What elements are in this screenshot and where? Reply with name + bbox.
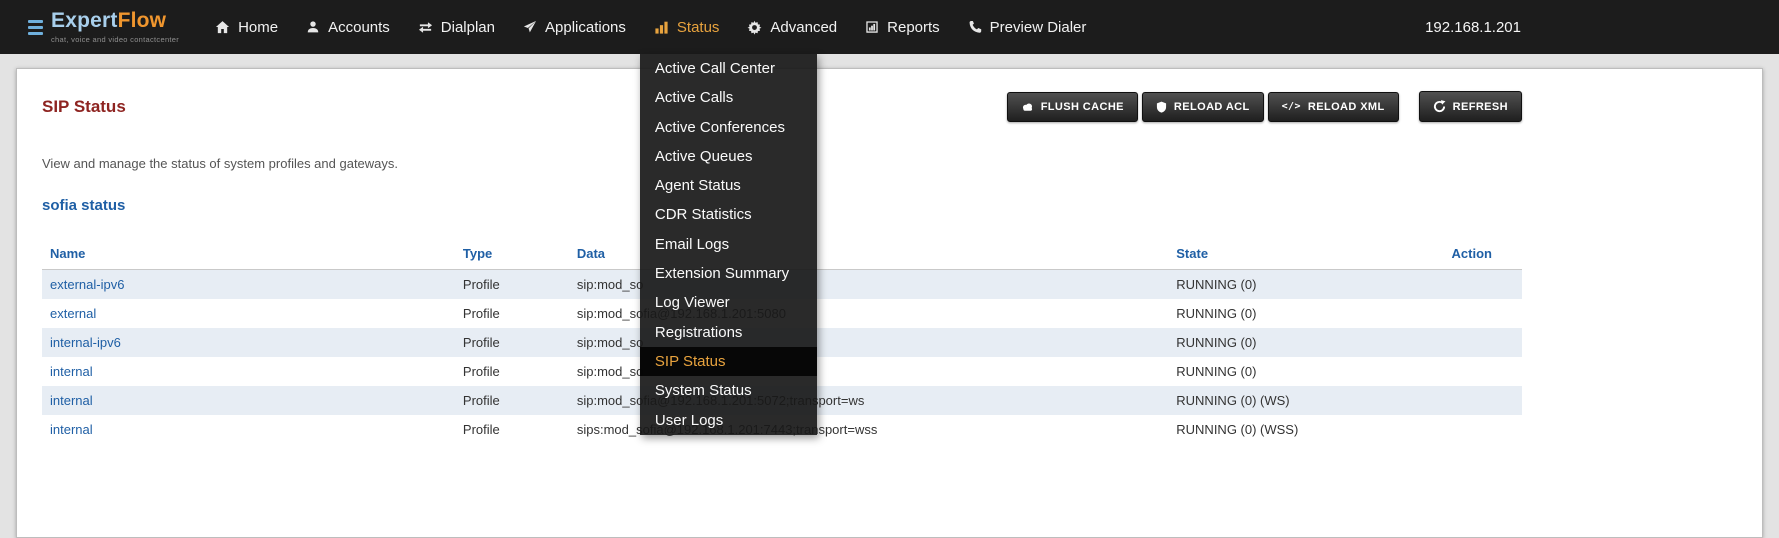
user-icon (306, 20, 320, 34)
column-header-action: Action (1444, 238, 1522, 270)
cell-type: Profile (455, 357, 569, 386)
cell-state: RUNNING (0) (WSS) (1168, 415, 1443, 444)
home-icon (215, 20, 230, 35)
cell-action (1444, 328, 1522, 357)
cell-name: internal (42, 415, 455, 444)
profile-link[interactable]: external-ipv6 (50, 277, 124, 292)
brand-tagline: chat, voice and video contactcenter (51, 35, 179, 44)
menu-item-log-viewer[interactable]: Log Viewer (640, 288, 817, 317)
nav-item-reports[interactable]: Reports (851, 0, 954, 54)
bar-chart-icon (654, 20, 669, 35)
content-card: SIP Status FLUSH CACHE RELOAD ACL (16, 68, 1763, 538)
cell-name: external (42, 299, 455, 328)
navbar: ExpertFlow chat, voice and video contact… (0, 0, 1779, 54)
menu-item-active-queues[interactable]: Active Queues (640, 142, 817, 171)
menu-item-active-conferences[interactable]: Active Conferences (640, 113, 817, 142)
profile-link[interactable]: internal (50, 393, 93, 408)
nav-item-label: Status (677, 19, 720, 36)
cell-type: Profile (455, 328, 569, 357)
nav-item-applications[interactable]: Applications (509, 0, 640, 54)
page-background: SIP Status FLUSH CACHE RELOAD ACL (0, 54, 1779, 538)
button-label: RELOAD XML (1308, 101, 1385, 113)
cell-state: RUNNING (0) (1168, 357, 1443, 386)
paper-plane-icon (523, 20, 537, 34)
cell-name: internal (42, 386, 455, 415)
exchange-arrows-icon (418, 20, 433, 35)
nav-item-preview-dialer[interactable]: Preview Dialer (954, 0, 1101, 54)
menu-item-active-call-center[interactable]: Active Call Center (640, 54, 817, 83)
cell-type: Profile (455, 270, 569, 300)
nav-item-label: Accounts (328, 19, 390, 36)
nav-item-label: Preview Dialer (990, 19, 1087, 36)
column-header-state: State (1168, 238, 1443, 270)
cell-name: external-ipv6 (42, 270, 455, 300)
report-chart-icon (865, 20, 879, 34)
server-address[interactable]: 192.168.1.201 (1425, 0, 1521, 54)
nav-item-home[interactable]: Home (201, 0, 292, 54)
nav-item-label: Applications (545, 19, 626, 36)
cell-state: RUNNING (0) (WS) (1168, 386, 1443, 415)
phone-icon (968, 20, 982, 34)
cell-type: Profile (455, 415, 569, 444)
flush-cache-button[interactable]: FLUSH CACHE (1007, 92, 1138, 122)
cell-type: Profile (455, 386, 569, 415)
cell-name: internal-ipv6 (42, 328, 455, 357)
button-label: FLUSH CACHE (1041, 101, 1124, 113)
menu-item-sip-status[interactable]: SIP Status (640, 347, 817, 376)
button-label: REFRESH (1453, 101, 1508, 113)
cell-type: Profile (455, 299, 569, 328)
cell-state: RUNNING (0) (1168, 270, 1443, 300)
button-label: RELOAD ACL (1174, 101, 1250, 113)
flush-cache-icon (1021, 102, 1034, 112)
reload-xml-button[interactable]: </> RELOAD XML (1268, 92, 1399, 122)
menu-item-system-status[interactable]: System Status (640, 376, 817, 405)
shield-icon (1156, 101, 1167, 113)
cell-action (1444, 357, 1522, 386)
nav-item-label: Home (238, 19, 278, 36)
brand-name: ExpertFlow (51, 9, 166, 32)
menu-item-active-calls[interactable]: Active Calls (640, 83, 817, 112)
menu-item-cdr-statistics[interactable]: CDR Statistics (640, 200, 817, 229)
menu-item-extension-summary[interactable]: Extension Summary (640, 259, 817, 288)
nav-item-status[interactable]: Status Active Call Center Active Calls A… (640, 0, 734, 54)
nav-item-accounts[interactable]: Accounts (292, 0, 404, 54)
column-header-type: Type (455, 238, 569, 270)
nav-item-advanced[interactable]: Advanced (733, 0, 851, 54)
cell-action (1444, 415, 1522, 444)
profile-link[interactable]: internal (50, 422, 93, 437)
profile-link[interactable]: external (50, 306, 96, 321)
page-title: SIP Status (42, 97, 126, 117)
cell-action (1444, 386, 1522, 415)
refresh-button[interactable]: REFRESH (1419, 91, 1522, 122)
brand-secondary: Flow (118, 9, 167, 32)
profile-link[interactable]: internal-ipv6 (50, 335, 121, 350)
nav-item-dialplan[interactable]: Dialplan (404, 0, 509, 54)
logo-bars-icon (28, 20, 43, 35)
menu-item-agent-status[interactable]: Agent Status (640, 171, 817, 200)
menu-item-email-logs[interactable]: Email Logs (640, 230, 817, 259)
toolbar: FLUSH CACHE RELOAD ACL </> RELOAD XML (1007, 91, 1522, 122)
code-icon: </> (1282, 101, 1301, 112)
expertflow-logo[interactable]: ExpertFlow chat, voice and video contact… (28, 0, 179, 54)
menu-item-user-logs[interactable]: User Logs (640, 406, 817, 435)
cell-action (1444, 270, 1522, 300)
gear-icon (747, 20, 762, 35)
nav-item-label: Dialplan (441, 19, 495, 36)
nav-item-label: Advanced (770, 19, 837, 36)
nav-item-label: Reports (887, 19, 940, 36)
main-nav: Home Accounts Dialplan Applications Stat (201, 0, 1100, 54)
column-header-name: Name (42, 238, 455, 270)
cell-state: RUNNING (0) (1168, 299, 1443, 328)
cell-action (1444, 299, 1522, 328)
menu-item-registrations[interactable]: Registrations (640, 318, 817, 347)
profile-link[interactable]: internal (50, 364, 93, 379)
refresh-icon (1433, 100, 1446, 113)
cell-state: RUNNING (0) (1168, 328, 1443, 357)
logo-text: ExpertFlow chat, voice and video contact… (51, 10, 179, 44)
reload-acl-button[interactable]: RELOAD ACL (1142, 92, 1264, 122)
brand-primary: Expert (51, 9, 118, 32)
cell-name: internal (42, 357, 455, 386)
status-dropdown-menu: Active Call Center Active Calls Active C… (640, 54, 817, 435)
